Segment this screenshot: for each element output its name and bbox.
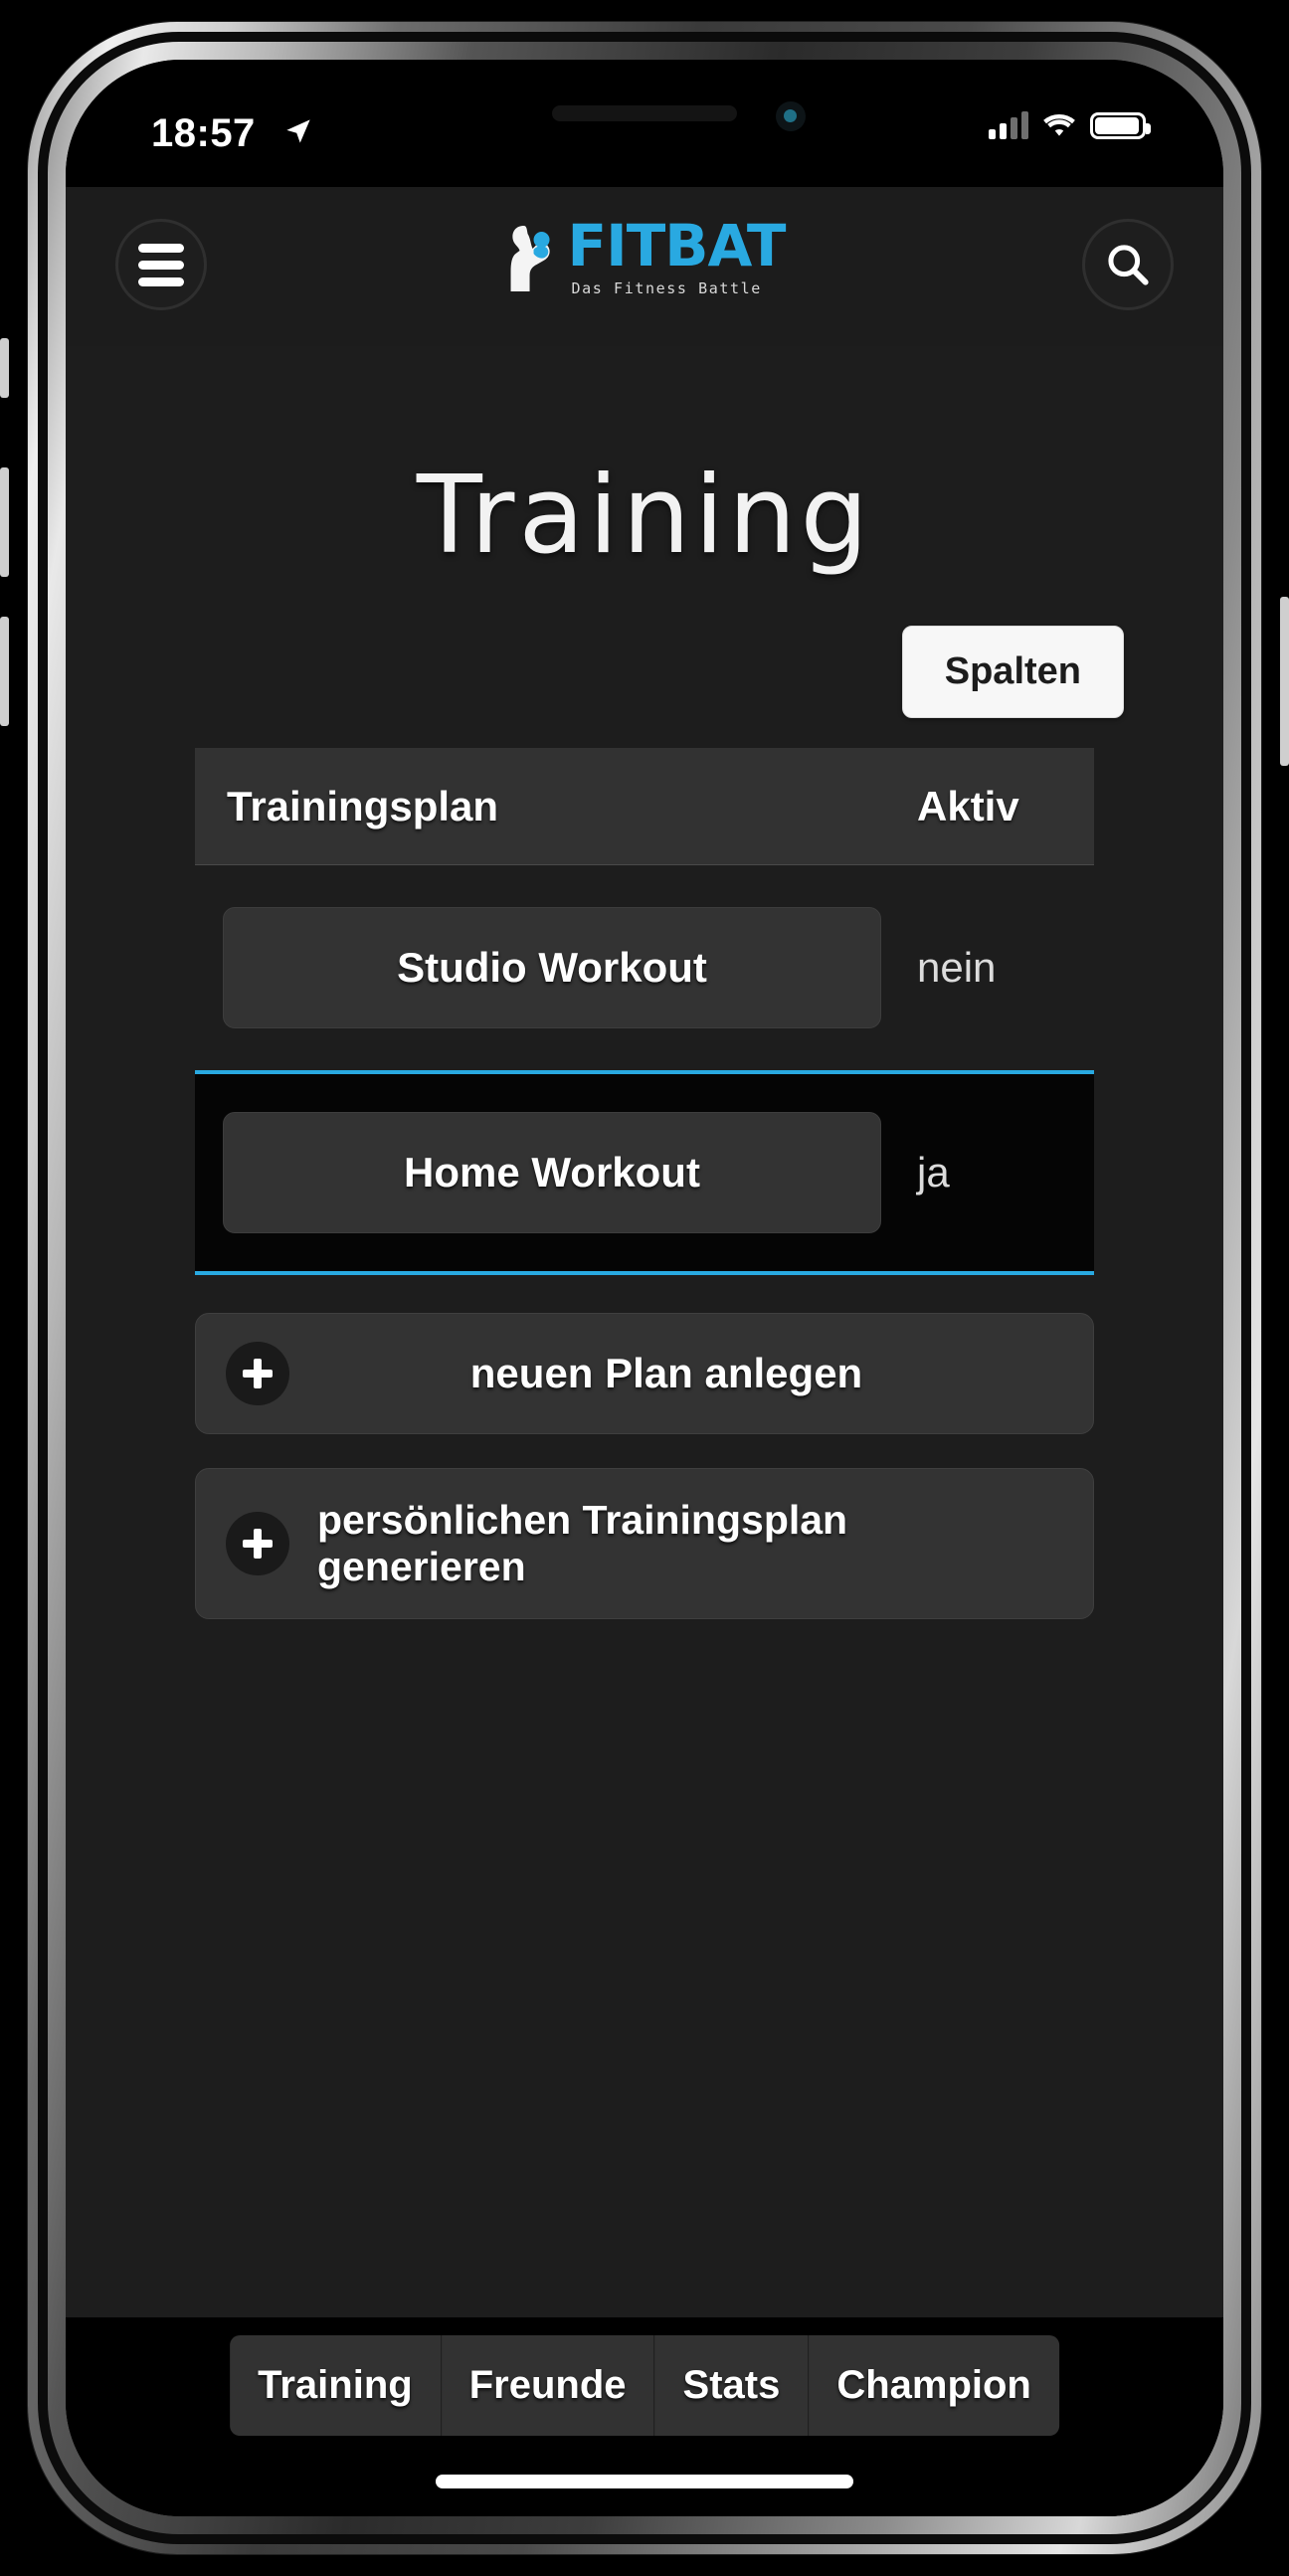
logo-text-fit: FIT [567, 212, 666, 279]
table-header-row: Trainingsplan Aktiv [195, 748, 1094, 865]
hamburger-menu-button[interactable] [115, 219, 207, 310]
logo-wordmark: FITBAT Das Fitness Battle [568, 217, 787, 297]
training-plan-table: Trainingsplan Aktiv Studio Workout nein [195, 748, 1094, 1275]
tab-freunde[interactable]: Freunde [442, 2335, 655, 2436]
logo-text-bat: BAT [664, 212, 786, 279]
power-button[interactable] [1280, 597, 1289, 766]
phone-screenshot-stage: 18:57 FITBAT Das Fitness Battle Training… [0, 0, 1289, 2576]
plan-button-home-workout[interactable]: Home Workout [223, 1112, 881, 1233]
status-indicators [989, 111, 1151, 139]
status-time: 18:57 [151, 111, 256, 155]
home-indicator[interactable] [436, 2475, 853, 2488]
page-content: Training Spalten Trainingsplan Aktiv Stu… [66, 346, 1223, 2516]
tab-stats[interactable]: Stats [655, 2335, 810, 2436]
tab-group: Training Freunde Stats Champion [230, 2335, 1059, 2436]
phone-frame: 18:57 FITBAT Das Fitness Battle Training… [28, 22, 1261, 2554]
app-header: FITBAT Das Fitness Battle [66, 187, 1223, 346]
plus-icon [226, 1342, 289, 1405]
generate-personal-plan-label: persönlichen Trainingsplan generieren [317, 1497, 848, 1589]
location-arrow-icon [286, 119, 310, 143]
volume-down-button[interactable] [0, 617, 9, 726]
column-header-trainingsplan[interactable]: Trainingsplan [195, 783, 881, 830]
aktiv-value: nein [917, 944, 997, 991]
phone-frame-inner: 18:57 FITBAT Das Fitness Battle Training… [38, 32, 1251, 2544]
volume-up-button[interactable] [0, 467, 9, 577]
plan-cell: Home Workout [195, 1112, 881, 1233]
columns-toolbar: Spalten [66, 578, 1223, 718]
cellular-signal-icon [989, 111, 1028, 139]
hamburger-menu-icon [138, 236, 184, 294]
tab-training[interactable]: Training [230, 2335, 442, 2436]
phone-bezel: 18:57 FITBAT Das Fitness Battle Training… [48, 42, 1241, 2534]
plan-cell: Studio Workout [195, 907, 881, 1028]
battery-full-icon [1090, 111, 1151, 139]
bottom-tab-bar: Training Freunde Stats Champion [66, 2317, 1223, 2516]
search-icon [1108, 245, 1149, 285]
new-plan-button[interactable]: neuen Plan anlegen [195, 1313, 1094, 1434]
columns-button[interactable]: Spalten [901, 626, 1124, 718]
boxer-silhouette-icon [510, 225, 550, 291]
plan-button-studio-workout[interactable]: Studio Workout [223, 907, 881, 1028]
wifi-icon [1043, 113, 1075, 136]
generate-personal-plan-button[interactable]: persönlichen Trainingsplan generieren [195, 1468, 1094, 1619]
front-camera [776, 101, 806, 131]
mute-switch[interactable] [0, 338, 9, 398]
phone-screen: 18:57 FITBAT Das Fitness Battle Training… [66, 60, 1223, 2516]
display-notch [346, 60, 943, 157]
action-buttons: neuen Plan anlegen persönlichen Training… [195, 1313, 1094, 1619]
app-logo: FITBAT Das Fitness Battle [504, 217, 786, 297]
table-row: Studio Workout nein [195, 865, 1094, 1070]
new-plan-label: neuen Plan anlegen [469, 1350, 863, 1396]
column-header-aktiv[interactable]: Aktiv [881, 783, 1094, 830]
earpiece-speaker [552, 105, 737, 121]
aktiv-value: ja [917, 1149, 950, 1196]
logo-tagline: Das Fitness Battle [571, 279, 762, 297]
table-row: Home Workout ja [195, 1070, 1094, 1275]
search-button[interactable] [1082, 219, 1174, 310]
tab-champion[interactable]: Champion [809, 2335, 1059, 2436]
plus-icon [226, 1512, 289, 1575]
page-title: Training [416, 454, 873, 578]
